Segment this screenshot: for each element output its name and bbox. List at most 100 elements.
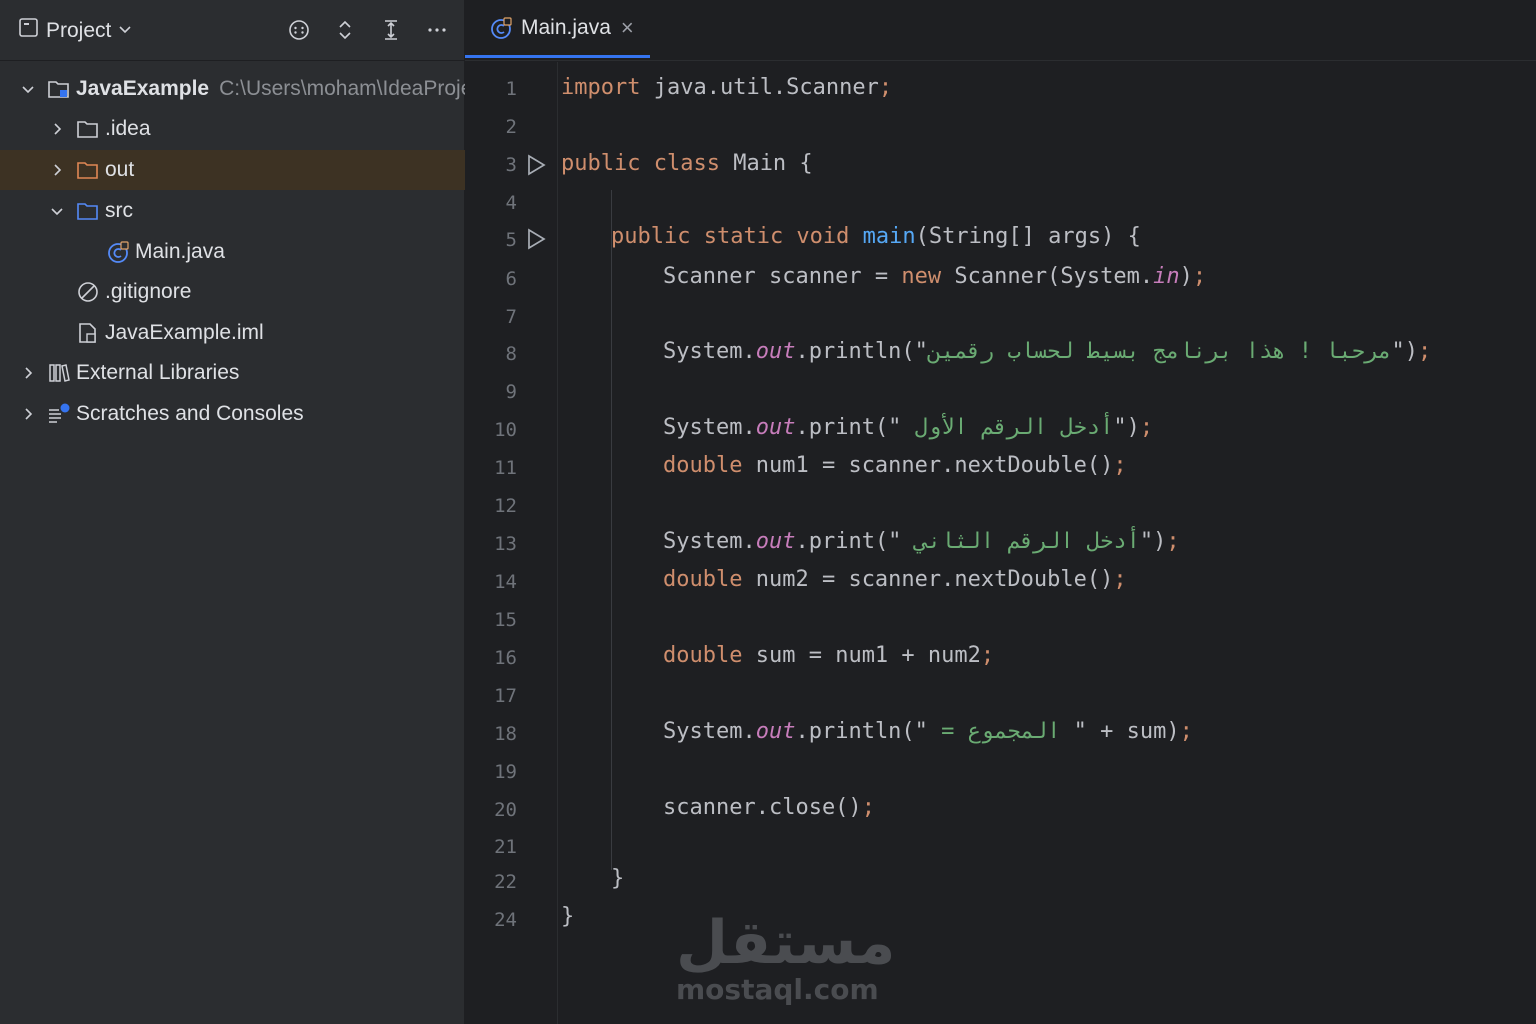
code-text: System. xyxy=(663,529,756,554)
close-icon[interactable]: × xyxy=(621,15,634,41)
semicolon: ; xyxy=(1179,719,1193,744)
code-text: .println(" xyxy=(795,719,928,744)
tree-item-external-libraries[interactable]: External Libraries xyxy=(0,353,482,393)
java-class-icon xyxy=(105,239,131,265)
line-number: 1 xyxy=(505,78,517,100)
code-line-10[interactable]: System.out.print("أدخل الرقم الأول "); xyxy=(663,415,1153,440)
tree-item-gitignore[interactable]: .gitignore xyxy=(0,272,539,312)
keyword: public class xyxy=(561,151,720,176)
chevron-down-icon xyxy=(117,19,133,43)
run-icon[interactable] xyxy=(525,228,547,250)
code-line-24[interactable]: } xyxy=(561,904,574,929)
semicolon: ; xyxy=(878,75,893,100)
function-name: main xyxy=(862,224,916,249)
tree-item-label: src xyxy=(105,199,133,222)
ignore-file-icon xyxy=(75,279,101,305)
code-text: ") xyxy=(1113,415,1140,440)
tree-item-label: .idea xyxy=(105,117,151,140)
mostaql-watermark: مستقل mostaql.com xyxy=(676,910,895,1004)
collapse-all-icon[interactable] xyxy=(378,16,404,44)
line-number: 11 xyxy=(494,457,517,479)
line-number: 2 xyxy=(505,116,517,138)
code-line-13[interactable]: System.out.print("أدخل الرقم الثاني "); xyxy=(663,529,1180,554)
code-text: num2 = scanner.nextDouble() xyxy=(742,567,1114,592)
tree-item-label: Main.java xyxy=(135,240,225,263)
code-text: .print(" xyxy=(795,415,902,440)
semicolon: ; xyxy=(1113,567,1127,592)
expand-all-icon[interactable] xyxy=(332,16,358,44)
code-text: sum = num1 + num2 xyxy=(742,643,981,668)
line-number: 15 xyxy=(494,609,517,631)
tree-item-idea[interactable]: .idea xyxy=(0,109,511,149)
code-text: .println(" xyxy=(795,339,928,364)
line-number: 3 xyxy=(505,154,517,176)
code-text: System. xyxy=(663,339,756,364)
chevron-right-icon[interactable] xyxy=(47,160,67,180)
project-title: Project xyxy=(46,19,112,42)
code-text: Scanner(System. xyxy=(941,264,1154,289)
semicolon: ; xyxy=(1418,339,1432,364)
line-number: 9 xyxy=(505,381,517,403)
code-text: ") xyxy=(1391,339,1419,364)
tree-item-scratches[interactable]: Scratches and Consoles xyxy=(0,394,482,434)
code-line-3[interactable]: public class Main { xyxy=(561,151,813,176)
chevron-down-icon[interactable] xyxy=(47,201,67,221)
keyword: double xyxy=(663,453,743,478)
tree-item-iml[interactable]: JavaExample.iml xyxy=(0,313,539,353)
semicolon: ; xyxy=(1192,264,1207,289)
code-line-8[interactable]: System.out.println("مرحبا ! هذا برنامج ب… xyxy=(663,339,1431,364)
semicolon: ; xyxy=(980,643,995,668)
code-text: } xyxy=(561,904,575,929)
select-opened-file-icon[interactable] xyxy=(286,16,312,44)
code-text: .print(" xyxy=(795,529,902,554)
java-class-icon xyxy=(489,16,513,40)
code-line-5[interactable]: public static void main(String[] args) { xyxy=(611,224,1141,249)
more-options-icon[interactable] xyxy=(424,16,450,44)
code-text: " + sum) xyxy=(1073,719,1180,744)
indent-guide xyxy=(611,190,612,870)
tree-item-label: Scratches and Consoles xyxy=(76,402,304,425)
chevron-right-icon[interactable] xyxy=(47,119,67,139)
run-icon[interactable] xyxy=(525,154,547,176)
tab-main-java[interactable]: Main.java × xyxy=(465,0,650,58)
excluded-folder-icon xyxy=(75,157,101,183)
scratches-icon xyxy=(46,401,72,427)
chevron-right-icon[interactable] xyxy=(18,404,38,424)
project-header: Project xyxy=(0,0,464,61)
code-text: ") xyxy=(1139,529,1167,554)
semicolon: ; xyxy=(1166,529,1180,554)
chevron-right-icon[interactable] xyxy=(18,363,38,383)
code-line-14[interactable]: double num2 = scanner.nextDouble(); xyxy=(663,567,1127,592)
code-text: System. xyxy=(663,415,756,440)
module-folder-icon xyxy=(46,76,72,102)
code-line-1[interactable]: import java.util.Scanner; xyxy=(561,75,892,100)
keyword: double xyxy=(663,643,743,668)
line-number: 12 xyxy=(494,495,517,517)
keyword: import xyxy=(561,75,641,100)
editor: Main.java × 1 2 3 4 5 6 7 8 9 10 11 12 1… xyxy=(465,0,1536,1024)
line-number: 18 xyxy=(494,723,517,745)
keyword: double xyxy=(663,567,743,592)
editor-tab-bar: Main.java × xyxy=(465,0,1536,61)
static-field: out xyxy=(755,529,796,554)
code-text: Scanner scanner = xyxy=(663,264,902,289)
line-number: 14 xyxy=(494,571,517,593)
tree-item-javaexample[interactable]: JavaExample C:\Users\moham\IdeaProje xyxy=(0,69,482,109)
code-line-11[interactable]: double num1 = scanner.nextDouble(); xyxy=(663,453,1127,478)
tree-item-out[interactable]: out xyxy=(0,150,511,190)
code-line-20[interactable]: scanner.close(); xyxy=(663,795,875,820)
tree-item-label: JavaExample xyxy=(76,77,210,100)
code-line-6[interactable]: Scanner scanner = new Scanner(System.in)… xyxy=(663,264,1206,289)
project-view-selector[interactable]: Project xyxy=(18,17,133,45)
code-line-18[interactable]: System.out.println(" المجموع = " + sum); xyxy=(663,719,1193,744)
code-line-22[interactable]: } xyxy=(611,866,624,891)
project-tool-window: Project JavaExample C:\Users\moham\IdeaP… xyxy=(0,0,511,1024)
tab-label: Main.java xyxy=(521,15,611,39)
line-number: 16 xyxy=(494,647,517,669)
chevron-down-icon[interactable] xyxy=(18,79,38,99)
tree-item-src[interactable]: src xyxy=(0,191,511,231)
code-line-16[interactable]: double sum = num1 + num2; xyxy=(663,643,994,668)
line-number: 10 xyxy=(494,419,517,441)
code-text: } xyxy=(611,866,625,891)
code-text: ) xyxy=(1179,264,1193,289)
